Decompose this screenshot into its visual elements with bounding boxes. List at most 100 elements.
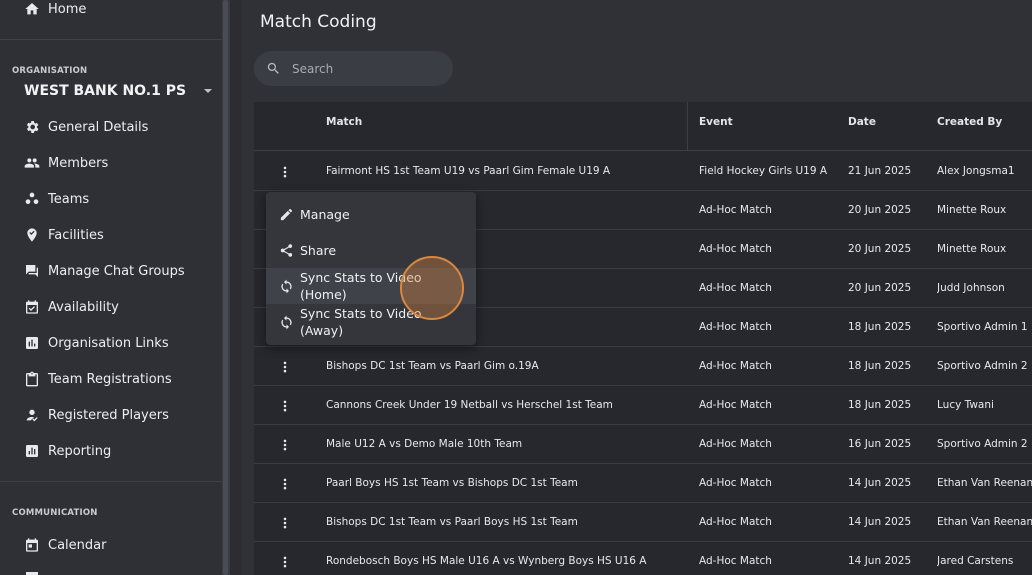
table-row[interactable]: Rondebosch Boys HS Male U16 A vs Wynberg…	[254, 542, 1032, 575]
cell-event: Ad-Hoc Match	[699, 477, 772, 489]
cell-event: Ad-Hoc Match	[699, 282, 772, 294]
table-row[interactable]: Cannons Creek Under 19 Netball vs Hersch…	[254, 386, 1032, 425]
table-row[interactable]: Bishops DC 1st Team vs Paarl Boys HS 1st…	[254, 503, 1032, 542]
sidebar-item-label: Availability	[48, 299, 119, 315]
table-row[interactable]: Paarl Boys HS 1st Team vs Bishops DC 1st…	[254, 464, 1032, 503]
sidebar-item-label: Facilities	[48, 227, 104, 243]
more-vert-icon[interactable]	[278, 437, 292, 451]
cell-match: Bishops DC 1st Team vs Paarl Boys HS 1st…	[326, 516, 578, 528]
cell-created-by: Minette Roux	[937, 243, 1007, 255]
cell-created-by: Lucy Twani	[937, 399, 994, 411]
sidebar-item-availability[interactable]: Availability	[24, 295, 119, 319]
click-ripple	[400, 256, 464, 320]
sidebar-item-label: Team Registrations	[48, 371, 172, 387]
pencil-icon	[280, 208, 293, 220]
members-icon	[24, 158, 40, 168]
sidebar-item-label: Registered Players	[48, 407, 169, 423]
sidebar-item-label: Members	[48, 155, 109, 171]
sidebar-item-label: Manage Chat Groups	[48, 263, 185, 279]
divider	[0, 481, 222, 482]
menu-item-label-line-1: Sync Stats to Video	[300, 306, 422, 321]
sidebar-item-reporting[interactable]: Reporting	[24, 439, 111, 463]
cell-date: 21 Jun 2025	[848, 165, 912, 177]
gutter	[230, 0, 242, 575]
facilities-icon	[27, 228, 37, 242]
more-vert-icon[interactable]	[278, 476, 292, 490]
menu-item-manage[interactable]: Manage	[266, 196, 476, 232]
section-label-communication: COMMUNICATION	[12, 508, 98, 518]
chevron-down-icon	[204, 89, 212, 93]
sidebar-item-members[interactable]: Members	[24, 151, 108, 175]
organisation-select[interactable]: WEST BANK NO.1 PS	[24, 82, 212, 100]
page-title: Match Coding	[260, 12, 377, 32]
more-vert-icon[interactable]	[278, 515, 292, 529]
sidebar-item-home[interactable]: Home	[24, 0, 86, 21]
cell-match: Bishops DC 1st Team vs Paarl Gim o.19A	[326, 360, 539, 372]
more-vert-icon[interactable]	[278, 398, 292, 412]
sidebar-item-label: Reporting	[48, 443, 112, 459]
cell-created-by: Sportivo Admin 1	[937, 321, 1028, 333]
sidebar-item-teams[interactable]: Teams	[24, 187, 89, 211]
cell-match: Male U12 A vs Demo Male 10th Team	[326, 438, 523, 450]
cell-created-by: Ethan Van Reenan	[937, 477, 1032, 489]
more-vert-icon[interactable]	[278, 554, 292, 568]
menu-item-label: Share	[300, 242, 337, 258]
sync-icon	[281, 279, 292, 293]
cell-match: Paarl Boys HS 1st Team vs Bishops DC 1st…	[326, 477, 578, 489]
share-icon	[280, 243, 293, 257]
menu-item-label: Manage	[300, 206, 350, 222]
cell-date: 20 Jun 2025	[848, 204, 912, 216]
cell-date: 20 Jun 2025	[848, 243, 912, 255]
sidebar-item-label: Teams	[48, 191, 90, 207]
column-divider	[687, 102, 688, 151]
gear-icon	[26, 121, 39, 133]
clipboard-icon	[26, 371, 38, 387]
sidebar-item-label: General Details	[48, 119, 149, 135]
sidebar-item-partial[interactable]	[24, 566, 48, 575]
menu-item-label-line-2: (Away)	[300, 323, 344, 338]
search-box[interactable]	[254, 51, 453, 86]
column-header-event[interactable]: Event	[699, 102, 733, 151]
sidebar-item-calendar[interactable]: Calendar	[24, 533, 106, 557]
cell-event: Field Hockey Girls U19 A	[699, 165, 828, 177]
column-header-match[interactable]: Match	[326, 102, 362, 151]
column-header-created-by[interactable]: Created By	[937, 102, 1002, 151]
sidebar-item-label: Home	[48, 1, 87, 17]
sidebar-item-general-details[interactable]: General Details	[24, 115, 148, 139]
table-header: Match Event Date Created By	[254, 102, 1032, 151]
cell-created-by: Minette Roux	[937, 204, 1007, 216]
cell-date: 18 Jun 2025	[848, 321, 912, 333]
cell-created-by: Alex Jongsma1	[937, 165, 1015, 177]
divider	[0, 39, 222, 40]
cell-created-by: Judd Johnson	[937, 282, 1005, 294]
cell-match: Cannons Creek Under 19 Netball vs Hersch…	[326, 399, 613, 411]
calendar-icon	[26, 538, 38, 552]
sidebar-item-manage-chat-groups[interactable]: Manage Chat Groups	[24, 259, 185, 283]
table-row[interactable]: Bishops DC 1st Team vs Paarl Gim o.19A Ad…	[254, 347, 1032, 386]
sidebar-item-team-registrations[interactable]: Team Registrations	[24, 367, 172, 391]
sidebar-item-organisation-links[interactable]: Organisation Links	[24, 331, 169, 355]
cell-event: Ad-Hoc Match	[699, 204, 772, 216]
column-header-date[interactable]: Date	[848, 102, 876, 151]
more-vert-icon[interactable]	[278, 164, 292, 178]
chat-icon	[26, 572, 38, 575]
organisation-name: WEST BANK NO.1 PS	[24, 83, 187, 99]
table-row[interactable]: Fairmont HS 1st Team U19 vs Paarl Gim Fe…	[254, 152, 1032, 191]
table-row[interactable]: Male U12 A vs Demo Male 10th Team Ad-Hoc …	[254, 425, 1032, 464]
cell-date: 20 Jun 2025	[848, 282, 912, 294]
cell-created-by: Sportivo Admin 2	[937, 360, 1028, 372]
sidebar-item-facilities[interactable]: Facilities	[24, 223, 104, 247]
sidebar-item-registered-players[interactable]: Registered Players	[24, 403, 169, 427]
cell-date: 18 Jun 2025	[848, 360, 912, 372]
cell-match: Fairmont HS 1st Team U19 vs Paarl Gim Fe…	[326, 165, 611, 177]
search-input[interactable]	[292, 61, 442, 76]
sidebar-item-label: Calendar	[48, 537, 107, 553]
report-icon	[26, 445, 38, 457]
cell-event: Ad-Hoc Match	[699, 360, 772, 372]
calendar-check-icon	[26, 300, 38, 314]
chart-icon	[26, 337, 38, 349]
cell-event: Ad-Hoc Match	[699, 321, 772, 333]
cell-event: Ad-Hoc Match	[699, 555, 772, 567]
sidebar-scrollbar-thumb[interactable]	[223, 0, 228, 575]
more-vert-icon[interactable]	[278, 359, 292, 373]
